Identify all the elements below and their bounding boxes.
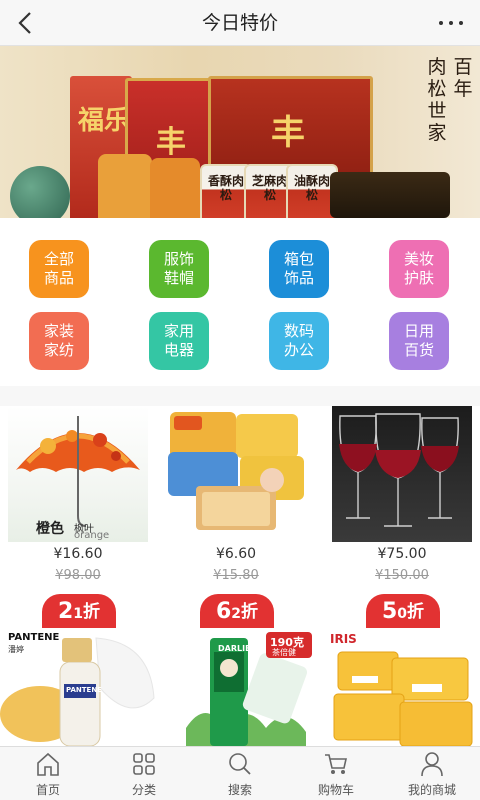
- product-image: [332, 406, 472, 542]
- cart-icon: [325, 754, 347, 774]
- snack-bag-graphic: [98, 154, 152, 218]
- page-title: 今日特价: [201, 12, 278, 34]
- category-appliance-button[interactable]: 家用电器: [149, 312, 209, 370]
- product-card[interactable]: DARLIE 190克 茶倍健: [166, 628, 314, 746]
- user-icon: [421, 752, 443, 777]
- category-daily-button[interactable]: 日用百货: [389, 312, 449, 370]
- nav-search[interactable]: 搜索: [192, 747, 288, 800]
- box-label: 丰: [156, 125, 186, 160]
- product-image: 橙色 枫叶 orange: [8, 406, 148, 542]
- nav-label: 购物车: [317, 783, 354, 797]
- discount-badge: 21折: [42, 594, 116, 630]
- category-all-button[interactable]: 全部商品: [29, 240, 89, 298]
- product-card[interactable]: ¥75.00 ¥150.00 50折: [332, 406, 472, 630]
- food-tray-graphic: [330, 172, 450, 218]
- box-label: 丰: [271, 113, 305, 153]
- wine-glasses-image: [339, 413, 459, 527]
- product-card[interactable]: PANTENE 潘婷 PANTENE: [0, 628, 158, 746]
- product-price: ¥16.60: [53, 546, 103, 562]
- product-image: [166, 406, 306, 542]
- category-digital-button[interactable]: 数码办公: [269, 312, 329, 370]
- image-tag: orange: [74, 530, 110, 541]
- nav-label: 我的商城: [407, 783, 456, 797]
- category-bags-button[interactable]: 箱包饰品: [269, 240, 329, 298]
- nav-category[interactable]: 分类: [96, 747, 192, 800]
- discount-unit: 折: [83, 602, 101, 622]
- product-old-price: ¥98.00: [55, 568, 101, 583]
- chevron-left-icon: [18, 12, 31, 34]
- product-price: ¥75.00: [377, 546, 427, 562]
- storage-box-image: [333, 651, 473, 746]
- product-old-price: ¥15.80: [213, 568, 259, 583]
- image-caption: 橙色: [36, 521, 64, 537]
- more-dot: [449, 21, 453, 25]
- product-badge-sub: 茶倍健: [272, 648, 296, 657]
- discount-sub: 0: [397, 606, 408, 622]
- brand-line: 百年: [453, 56, 473, 100]
- promo-banner[interactable]: 福乐 丰 丰 香酥肉松 芝麻肉松 油酥肉松 百年 肉松世家: [0, 46, 480, 218]
- section-divider: [0, 386, 480, 406]
- discount-unit: 折: [407, 602, 425, 622]
- more-dot: [459, 21, 463, 25]
- home-icon: [37, 752, 59, 776]
- bottom-nav: 首页 分类 搜索 购物车 我的商城: [0, 746, 480, 800]
- jar-label: 香酥肉松: [207, 174, 244, 202]
- product-price: ¥6.60: [215, 546, 257, 562]
- discount-sub: 2: [231, 606, 242, 622]
- product-card[interactable]: ¥6.60 ¥15.80 62折: [166, 406, 306, 630]
- snack-bag-graphic: [150, 158, 200, 218]
- product-row: PANTENE 潘婷 PANTENE DARLIE 190克 茶倍健 IRIS: [0, 628, 480, 746]
- nav-cart[interactable]: 购物车: [288, 747, 384, 800]
- category-home-textile-button[interactable]: 家装家纺: [29, 312, 89, 370]
- nav-label: 搜索: [227, 783, 252, 797]
- product-old-price: ¥150.00: [375, 568, 429, 583]
- jar-label: 油酥肉松: [293, 174, 330, 202]
- nav-home[interactable]: 首页: [0, 747, 96, 800]
- discount-badge: 62折: [200, 594, 274, 630]
- brand-line: 肉松世家: [427, 56, 447, 144]
- category-beauty-button[interactable]: 美妆护肤: [389, 240, 449, 298]
- discount-sub: 1: [73, 606, 84, 622]
- teapot-graphic: [10, 166, 70, 218]
- product-card[interactable]: 橙色 枫叶 orange ¥16.60 ¥98.00 21折: [8, 406, 148, 630]
- jar-label: 芝麻肉松: [251, 174, 288, 202]
- more-button[interactable]: [432, 6, 470, 40]
- nav-label: 首页: [35, 783, 60, 797]
- back-button[interactable]: [6, 4, 44, 42]
- product-card[interactable]: IRIS: [322, 628, 480, 746]
- more-dots-icon: [439, 21, 443, 25]
- bottle-label: PANTENE: [66, 686, 102, 694]
- snack-image: [168, 412, 304, 530]
- discount-badge: 50折: [366, 594, 440, 630]
- discount-main: 5: [381, 599, 398, 624]
- brand-logo: DARLIE: [218, 644, 251, 653]
- category-apparel-button[interactable]: 服饰鞋帽: [149, 240, 209, 298]
- box-label: 福乐: [78, 106, 131, 136]
- discount-main: 2: [57, 599, 74, 624]
- nav-label: 分类: [131, 783, 156, 797]
- app-screen: 今日特价 福乐 丰 丰 香酥肉松 芝麻肉松 油酥肉松 百年 肉松世家 全部商品 …: [0, 0, 480, 800]
- discount-main: 6: [215, 599, 232, 624]
- nav-my-store[interactable]: 我的商城: [384, 747, 480, 800]
- top-bar: 今日特价: [0, 0, 480, 46]
- search-icon: [229, 753, 251, 775]
- discount-unit: 折: [241, 602, 259, 622]
- category-grid: 全部商品 服饰鞋帽 箱包饰品 美妆护肤 家装家纺 家用电器 数码办公 日用百货: [0, 218, 480, 386]
- grid-icon: [133, 753, 155, 775]
- product-list: 橙色 枫叶 orange ¥16.60 ¥98.00 21折 ¥6.60 ¥15…: [0, 406, 480, 746]
